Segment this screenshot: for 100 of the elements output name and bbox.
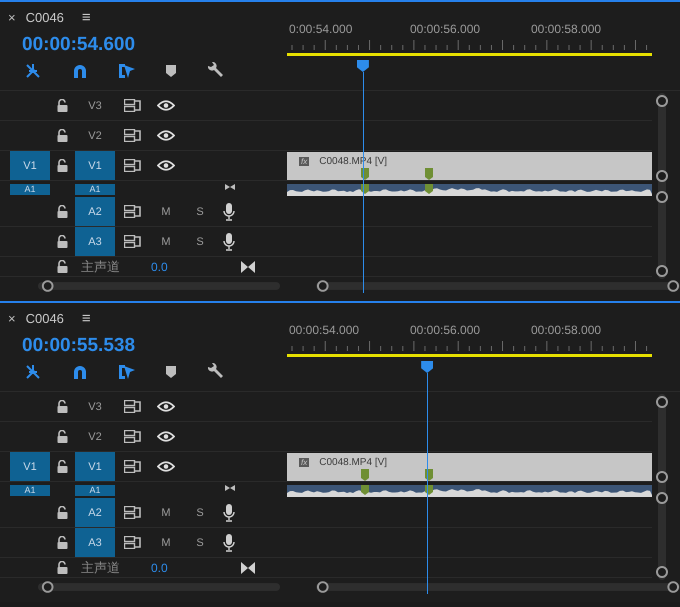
- horizontal-scrollbar[interactable]: [38, 580, 280, 594]
- microphone-icon[interactable]: [223, 504, 235, 522]
- vertical-scrollbar[interactable]: [654, 93, 670, 279]
- collapse-icon[interactable]: [225, 184, 235, 190]
- track-target[interactable]: A2: [75, 498, 115, 527]
- keyframe-marker[interactable]: [361, 468, 369, 480]
- source-patch[interactable]: V1: [10, 151, 50, 180]
- sync-lock-icon[interactable]: [124, 536, 140, 549]
- linked-selection-icon[interactable]: [118, 363, 136, 381]
- lock-icon[interactable]: [57, 536, 68, 549]
- playhead-handle[interactable]: [356, 60, 369, 72]
- menu-button[interactable]: ≡: [82, 310, 91, 326]
- eye-icon[interactable]: [157, 100, 175, 111]
- time-ruler[interactable]: 00:00:54.000 00:00:56.000 00:00:58.000: [287, 303, 652, 391]
- fx-badge: fx: [299, 458, 310, 466]
- collapse-icon[interactable]: [225, 485, 235, 491]
- solo-button[interactable]: S: [183, 506, 217, 518]
- source-patch[interactable]: A1: [10, 184, 50, 195]
- eye-icon[interactable]: [157, 130, 175, 141]
- lock-icon[interactable]: [57, 460, 68, 473]
- sync-lock-icon[interactable]: [124, 506, 140, 519]
- track-target[interactable]: A1: [75, 485, 115, 496]
- lock-icon[interactable]: [57, 159, 68, 172]
- eye-icon[interactable]: [157, 461, 175, 472]
- track-target[interactable]: V2: [75, 121, 115, 150]
- microphone-icon[interactable]: [223, 232, 235, 250]
- eye-icon[interactable]: [157, 160, 175, 171]
- sync-lock-icon[interactable]: [124, 400, 140, 413]
- magnet-icon[interactable]: [72, 364, 88, 380]
- track-target[interactable]: A3: [75, 528, 115, 557]
- nest-icon[interactable]: [24, 63, 42, 79]
- sync-lock-icon[interactable]: [124, 205, 140, 218]
- master-track-label: 主声道: [81, 558, 121, 576]
- track-target[interactable]: V1: [75, 452, 115, 481]
- volume-value[interactable]: 0.0: [151, 260, 211, 274]
- sync-lock-icon[interactable]: [124, 159, 140, 172]
- mute-button[interactable]: M: [149, 236, 183, 248]
- lock-icon[interactable]: [57, 561, 68, 574]
- audio-waveform[interactable]: [287, 485, 652, 497]
- nest-icon[interactable]: [24, 364, 42, 380]
- magnet-icon[interactable]: [72, 63, 88, 79]
- video-clip[interactable]: fx C0048.MP4 [V]: [287, 452, 652, 480]
- sync-lock-icon[interactable]: [124, 235, 140, 248]
- lock-icon[interactable]: [57, 260, 68, 273]
- mute-button[interactable]: M: [149, 506, 183, 518]
- ruler-time-label: 0:00:54.000: [289, 22, 354, 38]
- timecode[interactable]: 00:00:55.538: [0, 333, 287, 359]
- sync-lock-icon[interactable]: [124, 460, 140, 473]
- timecode[interactable]: 00:00:54.600: [0, 32, 287, 58]
- audio-waveform[interactable]: [287, 184, 652, 196]
- close-button[interactable]: ×: [8, 10, 16, 24]
- track-target[interactable]: A1: [75, 184, 115, 195]
- track-target[interactable]: A2: [75, 197, 115, 226]
- eye-icon[interactable]: [157, 401, 175, 412]
- close-button[interactable]: ×: [8, 310, 16, 326]
- sequence-tab[interactable]: C0046: [26, 10, 64, 24]
- wrench-icon[interactable]: [206, 363, 224, 381]
- marker-icon[interactable]: [166, 65, 176, 77]
- track-target[interactable]: V3: [75, 392, 115, 421]
- track-target[interactable]: A3: [75, 227, 115, 256]
- horizontal-scrollbar[interactable]: [38, 279, 280, 293]
- playhead-handle[interactable]: [421, 361, 434, 373]
- sync-lock-icon[interactable]: [124, 129, 140, 142]
- vertical-scrollbar[interactable]: [654, 394, 670, 580]
- lock-icon[interactable]: [57, 400, 68, 413]
- microphone-icon[interactable]: [223, 534, 235, 552]
- track-target[interactable]: V1: [75, 151, 115, 180]
- mute-button[interactable]: M: [149, 536, 183, 548]
- sequence-tab[interactable]: C0046: [26, 310, 64, 326]
- lock-icon[interactable]: [57, 129, 68, 142]
- volume-value[interactable]: 0.0: [151, 560, 211, 574]
- source-patch[interactable]: V1: [10, 452, 50, 481]
- track-target[interactable]: V2: [75, 422, 115, 451]
- eye-icon[interactable]: [157, 431, 175, 442]
- menu-button[interactable]: ≡: [82, 8, 91, 26]
- lock-icon[interactable]: [57, 99, 68, 112]
- sync-lock-icon[interactable]: [124, 430, 140, 443]
- marker-icon[interactable]: [166, 366, 176, 378]
- mute-button[interactable]: M: [149, 206, 183, 218]
- linked-selection-icon[interactable]: [118, 62, 136, 80]
- microphone-icon[interactable]: [223, 202, 235, 220]
- track-target[interactable]: V3: [75, 91, 115, 120]
- lock-icon[interactable]: [57, 205, 68, 218]
- time-ruler[interactable]: 0:00:54.000 00:00:56.000 00:00:58.000: [287, 2, 652, 90]
- clip-name: C0048.MP4 [V]: [319, 456, 388, 468]
- keyframe-marker[interactable]: [425, 168, 433, 180]
- lock-icon[interactable]: [57, 506, 68, 519]
- lock-icon[interactable]: [57, 235, 68, 248]
- solo-button[interactable]: S: [183, 236, 217, 248]
- zoom-scrollbar[interactable]: [316, 279, 680, 293]
- zoom-scrollbar[interactable]: [316, 580, 680, 594]
- lock-icon[interactable]: [57, 430, 68, 443]
- solo-button[interactable]: S: [183, 206, 217, 218]
- source-patch[interactable]: A1: [10, 485, 50, 496]
- fx-badge: fx: [299, 156, 310, 166]
- collapse-icon[interactable]: [241, 562, 255, 574]
- sync-lock-icon[interactable]: [124, 99, 140, 112]
- solo-button[interactable]: S: [183, 536, 217, 548]
- wrench-icon[interactable]: [206, 62, 224, 80]
- collapse-icon[interactable]: [241, 260, 255, 272]
